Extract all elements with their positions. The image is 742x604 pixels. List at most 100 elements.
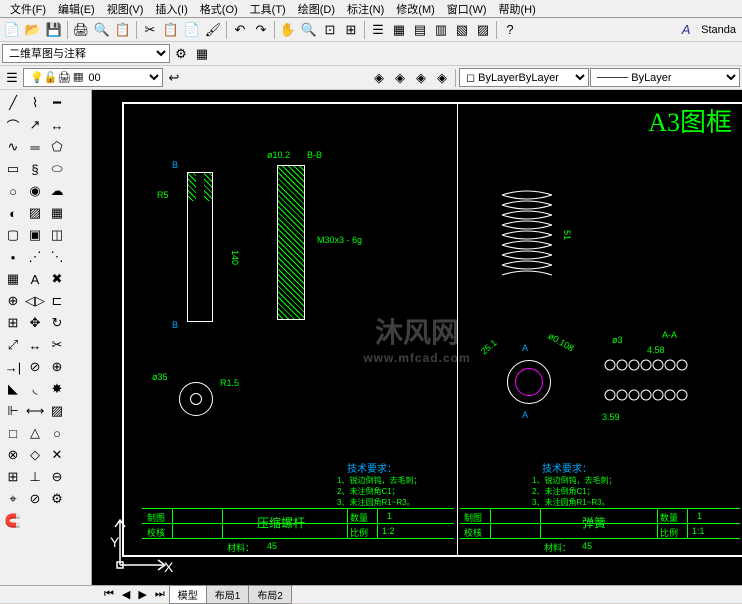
lyr1-icon[interactable]: ◈ <box>369 68 389 88</box>
osnap-quad-icon[interactable]: ◇ <box>25 445 45 465</box>
table-icon[interactable]: ▦ <box>3 269 23 289</box>
erase-icon[interactable]: ✖ <box>47 269 67 289</box>
ray-icon[interactable]: ↗ <box>25 115 45 135</box>
color-combo[interactable]: ◻ ByLayerByLayer <box>459 68 589 87</box>
menu-window[interactable]: 窗口(W) <box>441 0 493 18</box>
osnap-none-icon[interactable]: ⊘ <box>25 489 45 509</box>
tab-next-icon[interactable]: ▶ <box>134 588 150 601</box>
xline-icon[interactable]: ↔ <box>47 115 67 135</box>
tab-first-icon[interactable]: ⏮ <box>100 588 118 601</box>
open-icon[interactable]: 📂 <box>23 20 43 40</box>
cline-icon[interactable]: ━ <box>47 93 67 113</box>
align-icon[interactable]: ⊩ <box>3 401 23 421</box>
osnap-set-icon[interactable]: ⚙ <box>47 489 67 509</box>
lyr4-icon[interactable]: ◈ <box>432 68 452 88</box>
osnap-tan-icon[interactable]: ⊖ <box>47 467 67 487</box>
print-icon[interactable]: 🖨 <box>71 20 91 40</box>
copy-icon[interactable]: 📋 <box>161 20 181 40</box>
osnap-cen-icon[interactable]: ○ <box>47 423 67 443</box>
ws-lock-icon[interactable]: ▦ <box>192 44 212 64</box>
osnap-ins-icon[interactable]: ⊞ <box>3 467 23 487</box>
drawing-canvas[interactable]: A3图框 B B R5 140 ø10.2 B-B M30x3 - 6g ø35… <box>92 90 742 585</box>
menu-file[interactable]: 文件(F) <box>4 0 52 18</box>
osnap-node-icon[interactable]: ⊗ <box>3 445 23 465</box>
spline-icon[interactable]: ∿ <box>3 137 23 157</box>
save-icon[interactable]: 💾 <box>44 20 64 40</box>
rotate-icon[interactable]: ↻ <box>47 313 67 333</box>
plot-icon[interactable]: 📋 <box>113 20 133 40</box>
markup-icon[interactable]: ▧ <box>452 20 472 40</box>
tab-layout2[interactable]: 布局2 <box>248 585 292 604</box>
explode-icon[interactable]: ✸ <box>47 379 67 399</box>
break-icon[interactable]: ⊘ <box>25 357 45 377</box>
grad-icon[interactable]: ▦ <box>47 203 67 223</box>
layer-combo[interactable]: 💡🔓🖨◼ 00 <box>23 68 163 87</box>
help-icon[interactable]: ? <box>500 20 520 40</box>
pan-icon[interactable]: ✋ <box>278 20 298 40</box>
rect-icon[interactable]: ▭ <box>3 159 23 179</box>
extend-icon[interactable]: →| <box>3 357 23 377</box>
paste-icon[interactable]: 📄 <box>182 20 202 40</box>
tab-last-icon[interactable]: ⏭ <box>151 588 169 601</box>
edit-hatch-icon[interactable]: ▨ <box>47 401 67 421</box>
poly-icon[interactable]: ⬠ <box>47 137 67 157</box>
point-icon[interactable]: • <box>3 247 23 267</box>
menu-edit[interactable]: 编辑(E) <box>52 0 101 18</box>
move-icon[interactable]: ✥ <box>25 313 45 333</box>
textstyle-icon[interactable]: A <box>676 20 696 40</box>
tool-pal-icon[interactable]: ▤ <box>410 20 430 40</box>
osnap-near-icon[interactable]: ⌖ <box>3 489 23 509</box>
ws-gear-icon[interactable]: ⚙ <box>171 44 191 64</box>
osnap-perp-icon[interactable]: ⊥ <box>25 467 45 487</box>
calc-icon[interactable]: ▨ <box>473 20 493 40</box>
line-icon[interactable]: ╱ <box>3 93 23 113</box>
linetype-combo[interactable]: ──── ByLayer <box>590 68 740 87</box>
chamfer-icon[interactable]: ◣ <box>3 379 23 399</box>
lyr2-icon[interactable]: ◈ <box>390 68 410 88</box>
menu-help[interactable]: 帮助(H) <box>493 0 542 18</box>
offset-icon[interactable]: ⊏ <box>47 291 67 311</box>
lengthen-icon[interactable]: ⟷ <box>25 401 45 421</box>
menu-modify[interactable]: 修改(M) <box>390 0 441 18</box>
donut-icon[interactable]: ◉ <box>25 181 45 201</box>
mirror-icon[interactable]: ◁▷ <box>25 291 45 311</box>
magnet-icon[interactable]: 🧲 <box>3 511 23 531</box>
layer-mgr-icon[interactable]: ☰ <box>2 68 22 88</box>
stretch-icon[interactable]: ↔ <box>25 335 45 355</box>
revcloud-icon[interactable]: ☁ <box>47 181 67 201</box>
arc-icon[interactable]: ⌒ <box>3 115 23 135</box>
scale-icon[interactable]: ⤢ <box>3 335 23 355</box>
cut-icon[interactable]: ✂ <box>140 20 160 40</box>
text-icon[interactable]: A <box>25 269 45 289</box>
lyr3-icon[interactable]: ◈ <box>411 68 431 88</box>
zoom-ext-icon[interactable]: ⊡ <box>320 20 340 40</box>
props-icon[interactable]: ☰ <box>368 20 388 40</box>
tab-layout1[interactable]: 布局1 <box>206 585 250 604</box>
undo-icon[interactable]: ↶ <box>230 20 250 40</box>
redo-icon[interactable]: ↷ <box>251 20 271 40</box>
zoom-win-icon[interactable]: ⊞ <box>341 20 361 40</box>
mline-icon[interactable]: ═ <box>25 137 45 157</box>
osnap-end-icon[interactable]: □ <box>3 423 23 443</box>
fillet-icon[interactable]: ◟ <box>25 379 45 399</box>
menu-format[interactable]: 格式(O) <box>194 0 244 18</box>
trim-icon[interactable]: ✂ <box>47 335 67 355</box>
pline-icon[interactable]: ⌇ <box>25 93 45 113</box>
tab-prev-icon[interactable]: ◀ <box>118 588 134 601</box>
circle-icon[interactable]: ○ <box>3 181 23 201</box>
copy2-icon[interactable]: ⊕ <box>3 291 23 311</box>
join-icon[interactable]: ⊕ <box>47 357 67 377</box>
measure-icon[interactable]: ⋱ <box>47 247 67 267</box>
preview-icon[interactable]: 🔍 <box>92 20 112 40</box>
layer-prev-icon[interactable]: ↩ <box>164 68 184 88</box>
boundary-icon[interactable]: ▣ <box>25 225 45 245</box>
ellipse-icon[interactable]: ⬭ <box>47 159 67 179</box>
divide-icon[interactable]: ⋰ <box>25 247 45 267</box>
region-icon[interactable]: ▢ <box>3 225 23 245</box>
menu-tools[interactable]: 工具(T) <box>244 0 292 18</box>
design-icon[interactable]: ▦ <box>389 20 409 40</box>
workspace-combo[interactable]: 二维草图与注释 <box>2 44 170 63</box>
hatch-icon[interactable]: ▨ <box>25 203 45 223</box>
helix-icon[interactable]: § <box>25 159 45 179</box>
menu-insert[interactable]: 插入(I) <box>149 0 193 18</box>
